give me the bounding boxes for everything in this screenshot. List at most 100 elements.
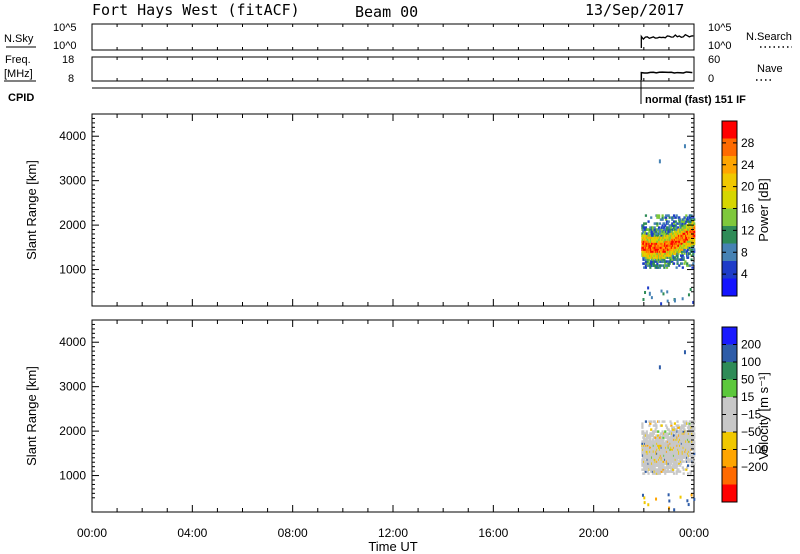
nsearch-label: N.Search bbox=[746, 31, 792, 43]
range-cell bbox=[645, 430, 648, 433]
y-tick-label: 1000 bbox=[59, 469, 86, 483]
velocity-ylabel: Slant Range [km] bbox=[24, 366, 39, 466]
range-cell bbox=[644, 214, 648, 217]
range-cell bbox=[686, 472, 690, 475]
range-cell bbox=[693, 222, 696, 225]
x-tick-label: 08:00 bbox=[278, 526, 308, 540]
range-cell bbox=[690, 493, 693, 497]
colorbar-segment bbox=[722, 397, 737, 415]
freq-tick-bottom: 8 bbox=[68, 73, 74, 85]
plot-canvas: Fort Hays West (fitACF) Beam 00 13/Sep/2… bbox=[4, 1, 792, 554]
x-tick-label: 12:00 bbox=[378, 526, 408, 540]
y-tick-label: 1000 bbox=[59, 263, 86, 277]
range-cell bbox=[692, 262, 695, 265]
colorbar-segment bbox=[722, 484, 737, 503]
colorbar-tick-label: 15 bbox=[741, 390, 755, 404]
colorbar-segment bbox=[722, 138, 737, 157]
colorbar-tick-label: 8 bbox=[741, 245, 748, 259]
sparse-point bbox=[658, 365, 661, 370]
range-cell bbox=[670, 422, 673, 425]
range-cell bbox=[682, 472, 685, 475]
velocity-panel: 1000 2000 3000 4000 Slant Range [km] 200 100… bbox=[24, 319, 771, 513]
range-cell bbox=[681, 297, 684, 301]
colorbar-segment bbox=[722, 379, 737, 398]
range-cell bbox=[650, 296, 653, 300]
range-cell bbox=[655, 497, 658, 501]
colorbar-segment bbox=[722, 226, 737, 244]
cpid-label: CPID bbox=[8, 92, 34, 104]
colorbar-tick-label: −200 bbox=[741, 460, 768, 474]
colorbar-segment bbox=[722, 208, 737, 227]
x-tick-label: 00:00 bbox=[77, 526, 107, 540]
x-tick-label: 20:00 bbox=[579, 526, 609, 540]
range-cell bbox=[655, 424, 658, 427]
range-cell bbox=[647, 472, 650, 475]
range-cell bbox=[644, 290, 647, 294]
colorbar-segment bbox=[722, 191, 737, 209]
nave-tick-bottom: 0 bbox=[708, 73, 714, 85]
sparse-point bbox=[683, 350, 686, 355]
range-cell bbox=[656, 222, 659, 225]
nsky-tick-bottom: 10^0 bbox=[53, 40, 77, 52]
range-cell bbox=[657, 430, 660, 433]
range-cell bbox=[693, 462, 696, 465]
range-cell bbox=[661, 214, 664, 217]
y-tick-label: 3000 bbox=[59, 380, 86, 394]
colorbar-segment bbox=[722, 121, 737, 139]
noise-panel: N.Sky 10^5 10^0 10^5 10^0 N.Search bbox=[4, 22, 792, 52]
range-cell bbox=[668, 499, 671, 503]
range-cell bbox=[662, 292, 665, 296]
range-cell bbox=[693, 432, 696, 435]
range-cell bbox=[689, 287, 692, 291]
range-cell bbox=[682, 256, 685, 259]
y-tick-label: 4000 bbox=[59, 335, 86, 349]
beam-title: Beam 00 bbox=[355, 3, 418, 21]
range-cell bbox=[673, 508, 676, 512]
freq-tick-top: 18 bbox=[62, 54, 74, 66]
freq-unit: [MHz] bbox=[4, 68, 33, 80]
range-cell bbox=[644, 222, 648, 225]
power-colorbar-label: Power [dB] bbox=[756, 178, 771, 242]
range-cell bbox=[660, 424, 663, 427]
colorbar-segment bbox=[722, 327, 737, 345]
sparse-point bbox=[648, 291, 651, 296]
x-axis-ticks: 00:00 04:00 08:00 12:00 16:00 20:00 00:00 bbox=[77, 24, 709, 540]
cpid-value: normal (fast) 151 IF bbox=[645, 94, 746, 106]
range-cell bbox=[641, 493, 644, 497]
x-axis-label: Time UT bbox=[368, 539, 417, 554]
range-cell bbox=[686, 464, 690, 467]
cpid-row: CPID normal (fast) 151 IF bbox=[8, 80, 746, 106]
range-cell bbox=[667, 493, 670, 497]
range-cell bbox=[693, 497, 696, 501]
x-tick-label: 04:00 bbox=[177, 526, 207, 540]
colorbar-segment bbox=[722, 173, 737, 192]
colorbar-segment bbox=[722, 449, 737, 468]
range-cell bbox=[676, 420, 679, 423]
range-cell bbox=[660, 289, 663, 293]
range-cell bbox=[644, 420, 648, 423]
range-cell bbox=[668, 216, 671, 219]
power-colorbar: 28 24 20 16 12 8 4 bbox=[721, 120, 755, 297]
range-cell bbox=[647, 220, 650, 223]
colorbar-tick-label: 12 bbox=[741, 223, 755, 237]
y-tick-label: 2000 bbox=[59, 218, 86, 232]
range-cell bbox=[660, 302, 663, 306]
range-cell bbox=[650, 420, 653, 423]
colorbar-tick-label: 20 bbox=[741, 180, 755, 194]
range-cell bbox=[643, 501, 646, 505]
x-tick-label: 00:00 bbox=[679, 526, 709, 540]
colorbar-tick-label: 16 bbox=[741, 202, 755, 216]
colorbar-tick-label: 4 bbox=[741, 267, 748, 281]
nsearch-tick-top: 10^5 bbox=[708, 22, 732, 34]
noise-panel-frame bbox=[91, 23, 695, 51]
range-cell bbox=[641, 422, 644, 425]
range-cell bbox=[672, 472, 676, 475]
range-cell bbox=[643, 496, 646, 500]
velocity-y-ticks: 1000 2000 3000 4000 bbox=[59, 319, 694, 499]
sparse-point bbox=[683, 144, 686, 149]
y-tick-label: 4000 bbox=[59, 129, 86, 143]
range-cell bbox=[688, 264, 691, 267]
range-cell bbox=[680, 262, 684, 265]
colorbar-tick-label: 200 bbox=[741, 338, 761, 352]
range-cell bbox=[650, 216, 653, 219]
